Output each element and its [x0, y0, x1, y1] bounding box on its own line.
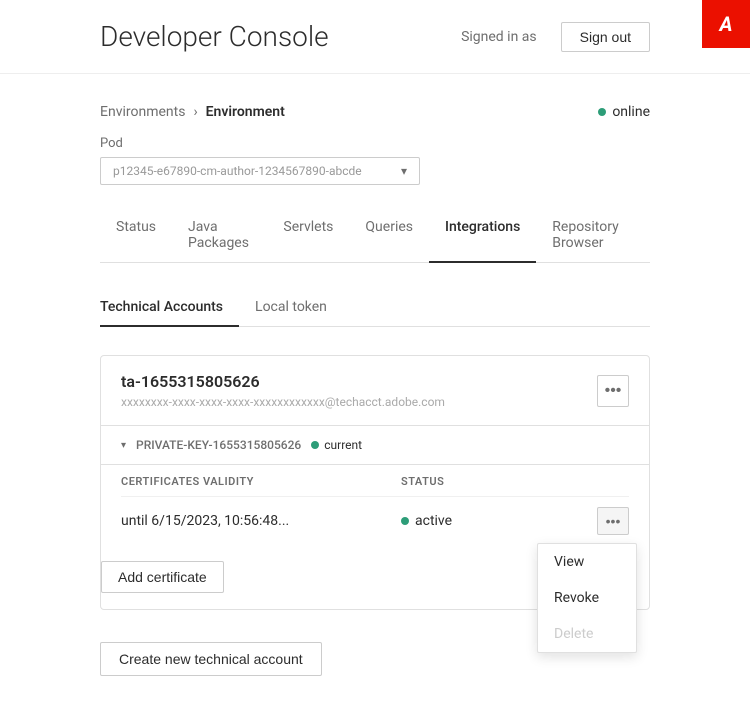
tab-servlets[interactable]: Servlets [267, 209, 349, 263]
context-menu: View Revoke Delete [537, 543, 637, 653]
nav-tabs: Status Java Packages Servlets Queries In… [100, 209, 650, 263]
app-title: Developer Console [100, 20, 461, 53]
col-status-header: STATUS [401, 475, 629, 488]
status-dot-icon [598, 108, 606, 116]
cert-more-button[interactable]: ••• [597, 507, 629, 535]
tab-repository-browser[interactable]: Repository Browser [536, 209, 650, 263]
active-label: active [415, 513, 452, 529]
certificate-table: CERTIFICATES VALIDITY STATUS until 6/15/… [101, 465, 649, 561]
subtab-technical-accounts[interactable]: Technical Accounts [100, 291, 239, 327]
cert-table-header: CERTIFICATES VALIDITY STATUS [121, 465, 629, 496]
account-info: ta-1655315805626 xxxxxxxx-xxxx-xxxx-xxxx… [121, 372, 597, 409]
current-label: current [324, 438, 362, 452]
col-validity-header: CERTIFICATES VALIDITY [121, 475, 401, 488]
create-account-button[interactable]: Create new technical account [100, 642, 322, 676]
adobe-logo-bar: A [702, 0, 750, 48]
account-more-button[interactable]: ••• [597, 375, 629, 407]
breadcrumb-current-env: Environment [206, 104, 285, 120]
breadcrumb-separator: › [193, 104, 197, 120]
context-menu-view[interactable]: View [538, 544, 636, 580]
cert-status-value: active [401, 513, 597, 529]
active-dot-icon [401, 517, 409, 525]
breadcrumb: Environments › Environment online [100, 104, 650, 120]
account-card: ta-1655315805626 xxxxxxxx-xxxx-xxxx-xxxx… [100, 355, 650, 610]
current-badge: current [311, 438, 362, 452]
sign-out-button[interactable]: Sign out [561, 22, 650, 52]
tab-status[interactable]: Status [100, 209, 172, 263]
environment-status: online [598, 104, 650, 120]
breadcrumb-environments[interactable]: Environments [100, 104, 185, 120]
tab-queries[interactable]: Queries [349, 209, 429, 263]
account-header: ta-1655315805626 xxxxxxxx-xxxx-xxxx-xxxx… [101, 356, 649, 426]
account-details: xxxxxxxx-xxxx-xxxx-xxxx-xxxxxxxxxxxx@tec… [121, 395, 597, 409]
current-dot-icon [311, 441, 319, 449]
signed-in-label: Signed in as [461, 29, 537, 45]
pod-select-value: p12345-e67890-cm-author-1234567890-abcde [113, 164, 401, 178]
chevron-down-icon: ▾ [401, 164, 407, 178]
status-label: online [612, 104, 650, 120]
adobe-logo-icon: A [719, 12, 732, 36]
pod-label: Pod [100, 136, 650, 151]
main-content: Environments › Environment online Pod p1… [0, 74, 750, 706]
tab-integrations[interactable]: Integrations [429, 209, 536, 263]
cert-validity-value: until 6/15/2023, 10:56:48... [121, 513, 401, 529]
add-certificate-button[interactable]: Add certificate [101, 561, 224, 593]
subtab-local-token[interactable]: Local token [255, 291, 343, 327]
top-header: Developer Console Signed in as Sign out [0, 0, 750, 74]
context-menu-delete: Delete [538, 616, 636, 652]
private-key-name: PRIVATE-KEY-1655315805626 [136, 438, 301, 452]
chevron-right-icon: ▾ [121, 440, 126, 451]
context-menu-revoke[interactable]: Revoke [538, 580, 636, 616]
private-key-row: ▾ PRIVATE-KEY-1655315805626 current [101, 426, 649, 465]
pod-dropdown[interactable]: p12345-e67890-cm-author-1234567890-abcde… [100, 157, 420, 185]
certificate-row: until 6/15/2023, 10:56:48... active ••• … [121, 496, 629, 545]
sub-tabs: Technical Accounts Local token [100, 291, 650, 327]
tab-java-packages[interactable]: Java Packages [172, 209, 267, 263]
account-id: ta-1655315805626 [121, 372, 597, 391]
